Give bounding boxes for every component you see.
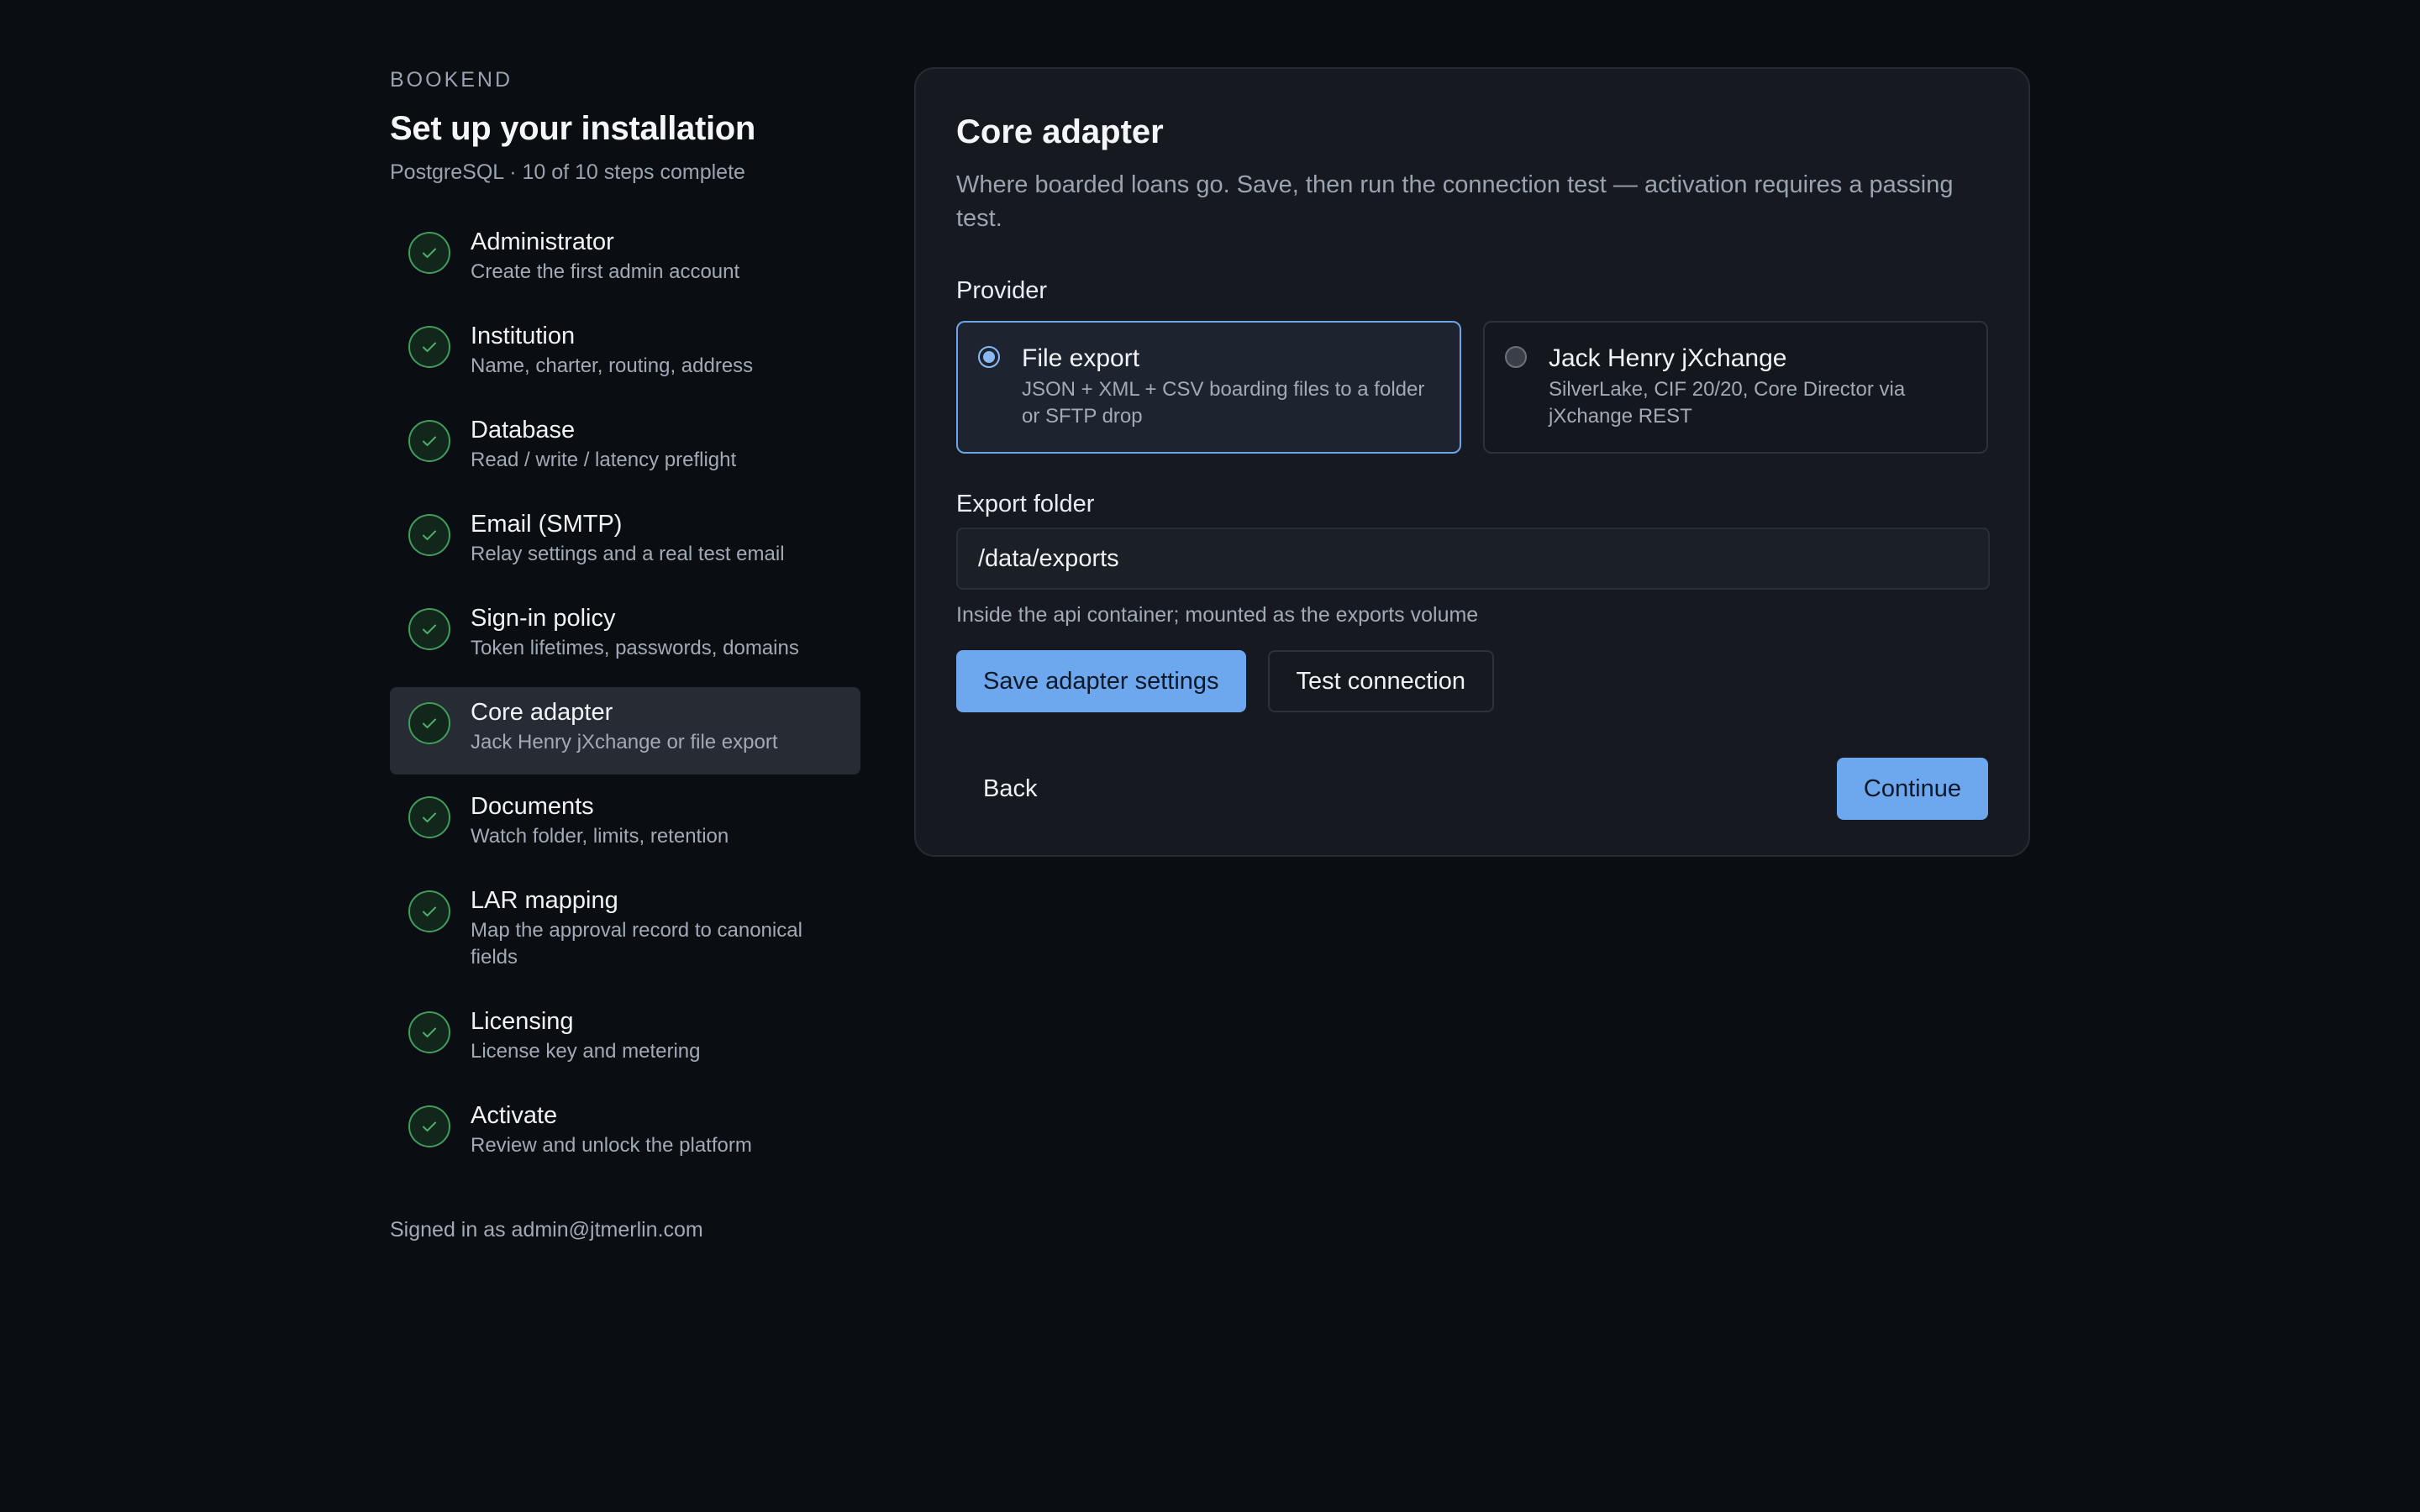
export-folder-input[interactable] xyxy=(956,528,1990,590)
step-institution[interactable]: Institution Name, charter, routing, addr… xyxy=(390,311,860,398)
step-list: Administrator Create the first admin acc… xyxy=(390,217,860,1178)
step-title: Licensing xyxy=(471,1008,574,1035)
step-description: Name, charter, routing, address xyxy=(471,354,754,377)
step-description: Create the first admin account xyxy=(471,260,740,283)
export-folder-hint: Inside the api container; mounted as the… xyxy=(956,603,1479,627)
page-description: Where boarded loans go. Save, then run t… xyxy=(956,171,1954,232)
check-circle-icon xyxy=(408,796,450,838)
page-title: Core adapter xyxy=(956,113,1164,150)
check-circle-icon xyxy=(408,890,450,932)
provider-name: File export xyxy=(1022,344,1140,372)
save-adapter-button[interactable]: Save adapter settings xyxy=(956,650,1246,712)
step-administrator[interactable]: Administrator Create the first admin acc… xyxy=(390,217,860,304)
check-circle-icon xyxy=(408,702,450,744)
step-title: Email (SMTP) xyxy=(471,511,623,538)
check-circle-icon xyxy=(408,232,450,274)
check-circle-icon xyxy=(408,608,450,650)
step-description: Review and unlock the platform xyxy=(471,1134,752,1157)
step-documents[interactable]: Documents Watch folder, limits, retentio… xyxy=(390,781,860,869)
brand-name: BOOKEND xyxy=(390,68,513,92)
radio-selected-icon[interactable] xyxy=(978,346,1000,368)
setup-progress: PostgreSQL · 10 of 10 steps complete xyxy=(390,160,745,184)
provider-label: Provider xyxy=(956,277,1047,304)
step-description: Read / write / latency preflight xyxy=(471,449,737,471)
step-description: License key and metering xyxy=(471,1040,701,1063)
provider-options: File export JSON + XML + CSV boarding fi… xyxy=(956,321,1988,454)
step-database[interactable]: Database Read / write / latency prefligh… xyxy=(390,405,860,492)
wizard-footer: Back Continue xyxy=(956,758,1988,820)
adapter-actions: Save adapter settings Test connection xyxy=(956,650,1988,712)
check-circle-icon xyxy=(408,1105,450,1147)
core-adapter-card: Core adapter Where boarded loans go. Sav… xyxy=(914,67,2030,857)
continue-button[interactable]: Continue xyxy=(1836,758,1988,820)
step-description: Jack Henry jXchange or file export xyxy=(471,731,778,753)
setup-sidebar: BOOKEND Set up your installation Postgre… xyxy=(390,66,860,1242)
step-description: Token lifetimes, passwords, domains xyxy=(471,637,799,659)
signed-in-user: Signed in as admin@jtmerlin.com xyxy=(390,1218,703,1242)
check-circle-icon xyxy=(408,514,450,556)
provider-option-jack-henry[interactable]: Jack Henry jXchange SilverLake, CIF 20/2… xyxy=(1483,321,1988,454)
step-title: LAR mapping xyxy=(471,887,618,914)
setup-title: Set up your installation xyxy=(390,110,756,147)
provider-description: SilverLake, CIF 20/20, Core Director via… xyxy=(1549,378,1906,428)
step-description: Watch folder, limits, retention xyxy=(471,825,729,848)
step-core-adapter[interactable]: Core adapter Jack Henry jXchange or file… xyxy=(390,687,860,774)
step-description: Relay settings and a real test email xyxy=(471,543,785,565)
export-folder-label: Export folder xyxy=(956,491,1095,517)
step-title: Institution xyxy=(471,323,576,349)
provider-description: JSON + XML + CSV boarding files to a fol… xyxy=(1022,378,1425,428)
step-title: Core adapter xyxy=(471,699,613,726)
test-connection-button[interactable]: Test connection xyxy=(1267,650,1495,712)
back-button[interactable]: Back xyxy=(956,758,1064,820)
check-circle-icon xyxy=(408,326,450,368)
step-description: Map the approval record to canonical fie… xyxy=(471,919,802,969)
check-circle-icon xyxy=(408,1011,450,1053)
step-licensing[interactable]: Licensing License key and metering xyxy=(390,996,860,1084)
step-sign-in-policy[interactable]: Sign-in policy Token lifetimes, password… xyxy=(390,593,860,680)
step-title: Database xyxy=(471,417,576,444)
radio-unselected-icon[interactable] xyxy=(1505,346,1527,368)
step-activate[interactable]: Activate Review and unlock the platform xyxy=(390,1090,860,1178)
provider-option-file-export[interactable]: File export JSON + XML + CSV boarding fi… xyxy=(956,321,1461,454)
step-title: Administrator xyxy=(471,228,614,255)
step-title: Sign-in policy xyxy=(471,605,616,632)
step-lar-mapping[interactable]: LAR mapping Map the approval record to c… xyxy=(390,875,860,990)
step-title: Documents xyxy=(471,793,594,820)
provider-name: Jack Henry jXchange xyxy=(1549,344,1787,372)
step-title: Activate xyxy=(471,1102,558,1129)
check-circle-icon xyxy=(408,420,450,462)
step-email-smtp[interactable]: Email (SMTP) Relay settings and a real t… xyxy=(390,499,860,586)
